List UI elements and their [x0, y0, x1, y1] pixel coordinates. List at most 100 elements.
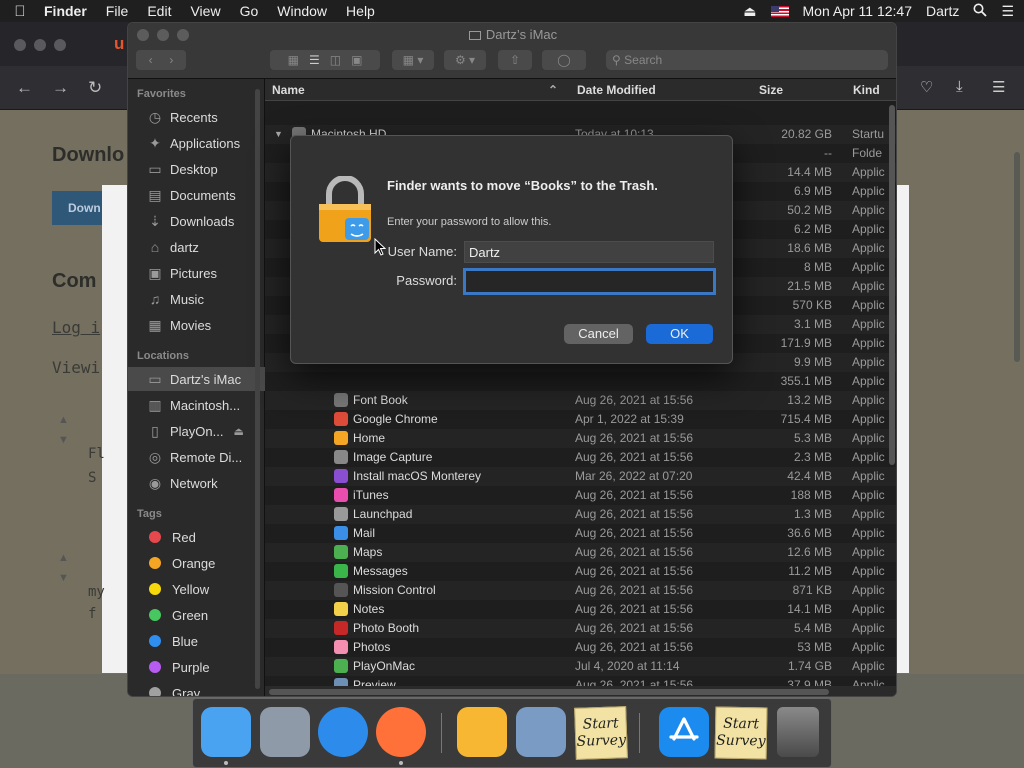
sidebar-item-playon[interactable]: ▯ PlayOn... ⏏ [128, 419, 265, 443]
table-row[interactable]: Photos Aug 26, 2021 at 15:56 53 MB Applic [265, 638, 896, 657]
control-center-icon[interactable]: ☰ [1001, 3, 1014, 20]
menu-clock[interactable]: Mon Apr 11 12:47 [803, 3, 912, 19]
view-mode-segmented[interactable]: ▦ ☰ ◫ ▣ [270, 50, 380, 70]
share-icon[interactable]: ⇧ [510, 53, 520, 67]
group-icon[interactable]: ▦ ▾ [403, 53, 424, 67]
bg-upvote-icon[interactable]: ▲ [58, 414, 69, 426]
table-row[interactable]: Mission Control Aug 26, 2021 at 15:56 871 … [265, 581, 896, 600]
safari-icon[interactable] [318, 707, 368, 757]
sort-chevron-icon[interactable]: ⌃ [548, 83, 558, 97]
table-row[interactable]: Image Capture Aug 26, 2021 at 15:56 2.3 MB… [265, 448, 896, 467]
table-row[interactable]: Photo Booth Aug 26, 2021 at 15:56 5.4 MB Ap… [265, 619, 896, 638]
eject-icon[interactable]: ⏏ [743, 3, 756, 20]
cancel-button[interactable]: Cancel [564, 324, 633, 344]
table-row[interactable]: Google Chrome Apr 1, 2022 at 15:39 715.4 M… [265, 410, 896, 429]
col-name-header[interactable]: Name [272, 83, 305, 97]
table-row[interactable]: Notes Aug 26, 2021 at 15:56 14.1 MB Applic [265, 600, 896, 619]
sidebar-item-remote-di[interactable]: ◎ Remote Di... [128, 445, 265, 469]
table-row[interactable]: Maps Aug 26, 2021 at 15:56 12.6 MB Applic [265, 543, 896, 562]
sidebar-item-dartz[interactable]: ⌂ dartz [128, 235, 265, 259]
table-row[interactable]: Launchpad Aug 26, 2021 at 15:56 1.3 MB Appl… [265, 505, 896, 524]
icon-view-icon[interactable]: ▦ [288, 53, 299, 67]
action-button[interactable]: ⚙ ▾ [444, 50, 486, 70]
tag-button[interactable]: ◯ [542, 50, 586, 70]
sidebar-item-network[interactable]: ◉ Network [128, 471, 265, 495]
photos-icon[interactable] [457, 707, 507, 757]
finder-icon[interactable] [201, 707, 251, 757]
back-forward-buttons[interactable]: ‹ › [136, 50, 186, 70]
sidebar-tag-gray[interactable]: Gray [128, 681, 265, 696]
bg-downvote-icon[interactable]: ▼ [58, 434, 69, 446]
app-store-icon[interactable] [659, 707, 709, 757]
sidebar-item-applications[interactable]: ✦ Applications [128, 131, 265, 155]
launchpad-icon[interactable] [260, 707, 310, 757]
sidebar-scrollbar[interactable] [255, 89, 260, 689]
bg-upvote-icon-2[interactable]: ▲ [58, 552, 69, 564]
column-view-icon[interactable]: ◫ [330, 53, 341, 67]
start-survey-note-1[interactable]: Start Survey [574, 706, 628, 760]
eject-icon[interactable]: ⏏ [233, 425, 243, 438]
table-row[interactable]: PlayOnMac Jul 4, 2020 at 11:14 1.74 GB Appl… [265, 657, 896, 676]
col-date-header[interactable]: Date Modified [577, 83, 656, 97]
table-row[interactable]: Home Aug 26, 2021 at 15:56 5.3 MB Applic [265, 429, 896, 448]
horizontal-scroll-thumb[interactable] [269, 689, 829, 695]
sidebar-tag-green[interactable]: Green [128, 603, 265, 627]
menu-window[interactable]: Window [277, 3, 327, 19]
list-view-icon[interactable]: ☰ [309, 53, 320, 67]
forward-icon[interactable]: › [169, 53, 173, 67]
table-row[interactable]: iTunes Aug 26, 2021 at 15:56 188 MB Applic [265, 486, 896, 505]
browser-downloads-icon[interactable]: ⤓ [956, 78, 963, 95]
sidebar-item-downloads[interactable]: ⇣ Downloads [128, 209, 265, 233]
sidebar-item-macintosh[interactable]: ▥ Macintosh... [128, 393, 265, 417]
table-row[interactable]: Mail Aug 26, 2021 at 15:56 36.6 MB Applic [265, 524, 896, 543]
menu-app-finder[interactable]: Finder [44, 3, 87, 19]
browser-back-icon[interactable]: ← [16, 78, 33, 98]
sidebar-item-recents[interactable]: ◷ Recents [128, 105, 265, 129]
tag-icon[interactable]: ◯ [557, 53, 570, 67]
sidebar-tag-purple[interactable]: Purple [128, 655, 265, 679]
ok-button[interactable]: OK [646, 324, 713, 344]
finder-search-input[interactable]: ⚲ Search [606, 50, 888, 70]
bg-login-link[interactable]: Log i [52, 318, 100, 337]
menu-help[interactable]: Help [346, 3, 375, 19]
col-kind-header[interactable]: Kind [853, 83, 880, 97]
menu-go[interactable]: Go [240, 3, 259, 19]
password-field[interactable] [463, 268, 716, 295]
trash-icon[interactable] [777, 707, 819, 757]
sidebar-item-dartz-s-imac[interactable]: ▭ Dartz's iMac [128, 367, 265, 391]
back-icon[interactable]: ‹ [149, 53, 153, 67]
sidebar-tag-yellow[interactable]: Yellow [128, 577, 265, 601]
menu-edit[interactable]: Edit [147, 3, 171, 19]
gallery-view-icon[interactable]: ▣ [351, 53, 362, 67]
browser-menu-icon[interactable]: ☰ [992, 78, 1005, 96]
browser-forward-icon[interactable]: → [52, 78, 69, 98]
browser-zoom-dot-icon[interactable] [54, 39, 66, 51]
list-horizontal-scrollbar[interactable] [265, 686, 896, 696]
table-row[interactable]: Install macOS Monterey Mar 26, 2022 at 07… [265, 467, 896, 486]
table-row[interactable]: 355.1 MB Applic [265, 372, 896, 391]
browser-close-dot-icon[interactable] [14, 39, 26, 51]
sidebar-tag-red[interactable]: Red [128, 525, 265, 549]
gear-icon[interactable]: ⚙ ▾ [455, 53, 475, 67]
disclosure-triangle-icon[interactable]: ▼ [274, 129, 283, 139]
list-vertical-scrollbar[interactable] [889, 105, 895, 465]
col-size-header[interactable]: Size [759, 83, 783, 97]
preview-icon[interactable] [516, 707, 566, 757]
sidebar-item-desktop[interactable]: ▭ Desktop [128, 157, 265, 181]
spotlight-search-icon[interactable] [973, 3, 988, 20]
table-row[interactable]: Font Book Aug 26, 2021 at 15:56 13.2 MB App… [265, 391, 896, 410]
menu-file[interactable]: File [106, 3, 129, 19]
table-row[interactable]: Messages Aug 26, 2021 at 15:56 11.2 MB Appl… [265, 562, 896, 581]
browser-scrollbar[interactable] [1014, 152, 1020, 362]
sidebar-tag-blue[interactable]: Blue [128, 629, 265, 653]
pocket-icon[interactable]: ♡ [920, 78, 933, 96]
browser-reload-icon[interactable]: ↻ [88, 78, 102, 98]
group-button[interactable]: ▦ ▾ [392, 50, 434, 70]
menu-user[interactable]: Dartz [926, 3, 959, 19]
input-source-flag-icon[interactable] [770, 5, 789, 17]
firefox-icon[interactable] [376, 707, 426, 757]
start-survey-note-2[interactable]: Start Survey [714, 706, 768, 760]
browser-minimize-dot-icon[interactable] [34, 39, 46, 51]
username-field[interactable] [464, 241, 714, 263]
sidebar-item-movies[interactable]: ▦ Movies [128, 313, 265, 337]
